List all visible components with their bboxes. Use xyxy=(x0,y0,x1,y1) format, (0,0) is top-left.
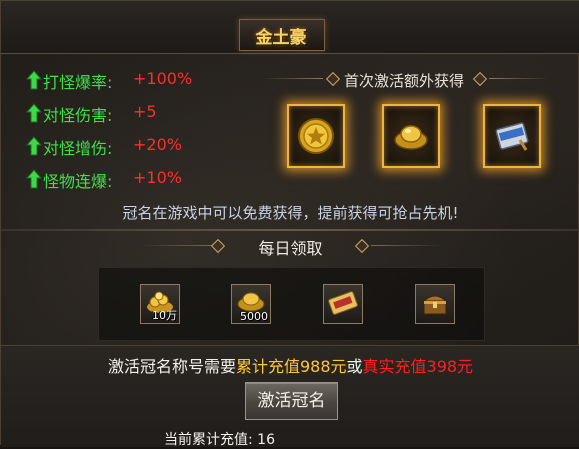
diamond-ornament-icon xyxy=(325,71,341,87)
stat-label: 打怪爆率: xyxy=(43,73,113,92)
header-rule-right xyxy=(489,78,549,79)
stat-value: +20% xyxy=(133,135,182,154)
activation-requirement: 激活冠名称号需要累计充值988元或真实充值398元 xyxy=(1,353,579,377)
daily-rule-right xyxy=(371,245,443,246)
gold-coin-icon xyxy=(298,118,334,154)
stat-value: +100% xyxy=(133,69,193,88)
stat-label: 怪物连爆: xyxy=(43,172,113,191)
daily-item[interactable]: 5000 xyxy=(231,284,271,324)
guanming-panel: 金土豪 打怪爆率: +100% 对怪伤害: +5 对怪增伤: +20% 怪物连爆… xyxy=(0,0,579,448)
free-note: 冠名在游戏中可以免费获得，提前获得可抢占先机! xyxy=(122,204,459,222)
requirement-real: 真实充值398元 xyxy=(362,357,474,376)
up-arrow-icon xyxy=(26,103,42,123)
requirement-or: 或 xyxy=(346,357,363,376)
current-recharge: 当前累计充值: 16 xyxy=(164,432,275,448)
diamond-ornament-icon xyxy=(472,71,488,87)
stat-label: 对怪增伤: xyxy=(43,139,113,158)
first-reward-slot[interactable] xyxy=(382,104,440,168)
first-reward-slot[interactable] xyxy=(483,104,541,168)
stat-value: +10% xyxy=(133,168,182,187)
stat-value: +5 xyxy=(133,102,157,121)
up-arrow-icon xyxy=(26,70,42,90)
first-activation-header: 首次激活额外获得 xyxy=(344,72,465,90)
daily-title: 每日领取 xyxy=(258,239,323,258)
daily-item[interactable] xyxy=(415,284,455,324)
up-arrow-icon xyxy=(26,136,42,156)
requirement-cumulative: 累计充值988元 xyxy=(235,357,347,376)
activate-title-button[interactable]: 激活冠名 xyxy=(245,382,338,420)
stat-label: 对怪伤害: xyxy=(43,106,113,125)
treasure-chest-icon xyxy=(422,295,448,315)
exp-scroll-icon xyxy=(495,122,529,151)
header-rule-left xyxy=(263,78,323,79)
gold-ingot-icon xyxy=(394,125,428,150)
requirement-prefix: 激活冠名称号需要 xyxy=(107,357,236,376)
daily-item-qty: 5000 xyxy=(240,310,268,323)
daily-item-qty: 10万 xyxy=(152,309,177,322)
section-divider xyxy=(1,229,579,231)
up-arrow-icon xyxy=(26,169,42,189)
daily-item[interactable]: 10万 xyxy=(140,284,180,324)
panel-title: 金土豪 xyxy=(255,28,307,48)
first-reward-slot[interactable] xyxy=(287,104,345,168)
ticket-icon xyxy=(328,291,358,315)
daily-item[interactable] xyxy=(323,284,363,324)
